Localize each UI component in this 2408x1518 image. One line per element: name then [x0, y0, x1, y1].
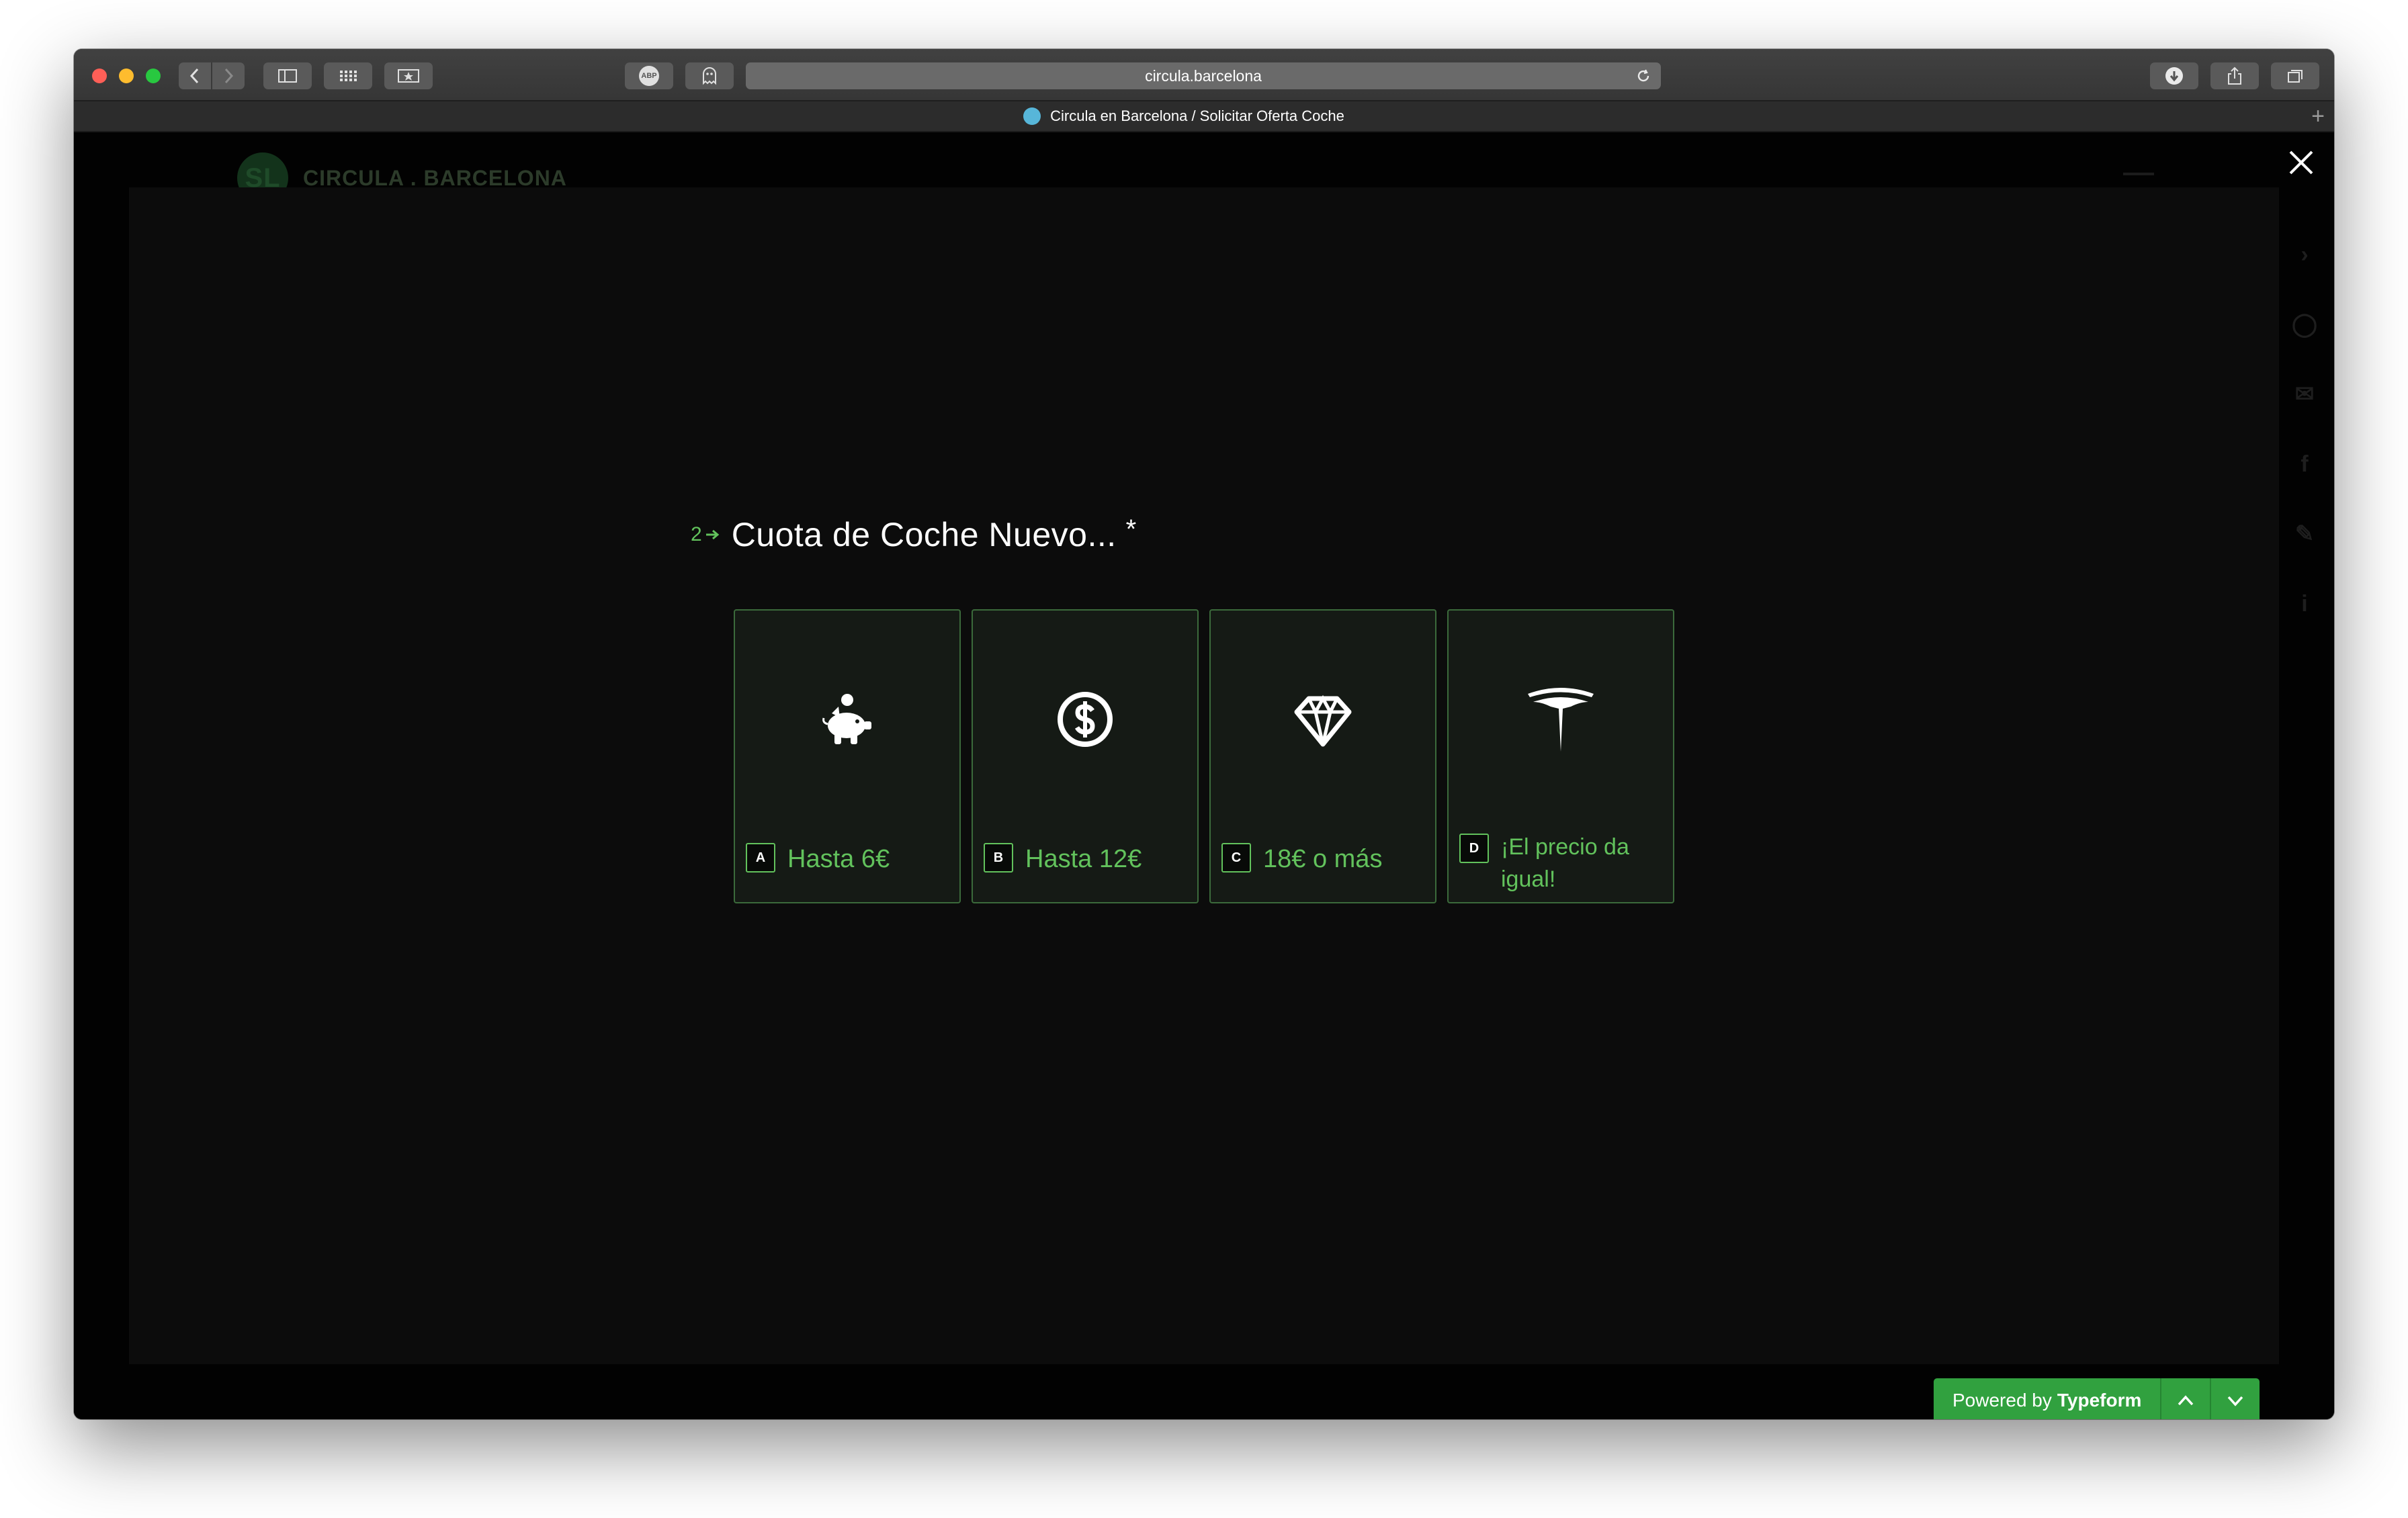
choice-key: C [1221, 843, 1251, 873]
choice-label: Hasta 6€ [787, 845, 890, 873]
new-tab-button[interactable]: + [2311, 105, 2325, 128]
powered-brand: Typeform [2057, 1390, 2142, 1411]
typeform-modal: 2 Cuota de Coche Nuevo... * A Hasta 6€ B… [129, 187, 2279, 1364]
diamond-icon [1211, 684, 1435, 754]
powered-prefix: Powered by [1952, 1390, 2052, 1411]
site-share-rail: › ◯ ✉ f ✎ i [2284, 220, 2325, 639]
browser-toolbar: ABP circula.barcelona [74, 49, 2334, 100]
piggy-bank-icon [735, 684, 959, 754]
choice-a-footer: A Hasta 6€ [746, 843, 951, 875]
choice-key: B [984, 843, 1013, 873]
choice-label: 18€ o más [1263, 845, 1383, 873]
question-text: Cuota de Coche Nuevo... [731, 516, 1117, 553]
site-logo-text: CIRCULA . BARCELONA [303, 165, 567, 190]
choice-a[interactable]: A Hasta 6€ [734, 609, 961, 903]
chevron-right-icon: › [2300, 241, 2309, 267]
tab-bar: Circula en Barcelona / Solicitar Oferta … [74, 100, 2334, 132]
chevron-down-icon [2228, 1396, 2243, 1407]
forward-button[interactable] [211, 62, 245, 89]
question-number-text: 2 [691, 523, 702, 545]
tesla-logo-icon [1449, 684, 1673, 754]
choice-d[interactable]: D ¡El precio da igual! [1447, 609, 1674, 903]
share-icon [2228, 66, 2241, 85]
ghostery-button[interactable] [685, 62, 734, 89]
top-sites-button[interactable] [324, 62, 372, 89]
downloads-button[interactable] [2150, 62, 2198, 89]
powered-by-typeform-link[interactable]: Powered by Typeform [1934, 1378, 2161, 1419]
site-favicon-icon [1023, 107, 1041, 125]
close-modal-button[interactable] [2284, 146, 2318, 179]
choice-key: A [746, 843, 775, 873]
share-button[interactable] [2210, 62, 2259, 89]
arrow-right-icon [705, 529, 719, 540]
reload-icon[interactable] [1635, 68, 1651, 84]
active-tab[interactable]: Circula en Barcelona / Solicitar Oferta … [74, 101, 2294, 131]
site-menu-icon [2123, 173, 2154, 175]
facebook-icon: f [2300, 451, 2309, 477]
reader-button[interactable] [384, 62, 433, 89]
sidebar-icon [278, 69, 297, 83]
choice-key: D [1459, 834, 1489, 863]
whatsapp-icon: ◯ [2291, 312, 2318, 337]
grid-icon [340, 71, 357, 81]
download-icon [2165, 67, 2183, 85]
info-icon: i [2301, 590, 2308, 617]
adblock-button[interactable]: ABP [625, 62, 673, 89]
choice-label: ¡El precio da igual! [1501, 834, 1629, 892]
history-nav [179, 62, 245, 89]
choice-list: A Hasta 6€ B Hasta 12€ C 18€ o más D ¡El… [734, 609, 1685, 903]
choice-b[interactable]: B Hasta 12€ [972, 609, 1199, 903]
adblock-icon: ABP [639, 66, 659, 86]
question-heading: 2 Cuota de Coche Nuevo... * [691, 515, 1136, 554]
mail-icon: ✉ [2294, 382, 2315, 407]
dollar-coin-icon [973, 684, 1197, 754]
choice-c[interactable]: C 18€ o más [1209, 609, 1436, 903]
ghost-icon [703, 67, 716, 85]
address-bar[interactable]: circula.barcelona [746, 62, 1661, 89]
chevron-up-icon [2178, 1395, 2194, 1406]
chevron-right-icon [224, 68, 234, 84]
next-question-button[interactable] [2210, 1378, 2260, 1419]
choice-c-footer: C 18€ o más [1221, 843, 1427, 875]
choice-label: Hasta 12€ [1025, 845, 1142, 873]
zoom-window-button[interactable] [146, 69, 161, 83]
tabs-icon [2288, 70, 2303, 83]
required-mark: * [1125, 514, 1137, 544]
browser-window: ABP circula.barcelona Circula en Barcelo… [74, 49, 2334, 1419]
chevron-left-icon [189, 68, 199, 84]
minimize-window-button[interactable] [119, 69, 134, 83]
star-bookmark-icon [398, 69, 419, 83]
sidebar-button[interactable] [263, 62, 312, 89]
tab-title: Circula en Barcelona / Solicitar Oferta … [1050, 107, 1344, 124]
choice-b-footer: B Hasta 12€ [984, 843, 1189, 875]
pencil-icon: ✎ [2294, 521, 2315, 547]
back-button[interactable] [179, 62, 211, 89]
question-number: 2 [691, 523, 721, 546]
close-window-button[interactable] [92, 69, 107, 83]
typeform-footer: Powered by Typeform [1934, 1378, 2260, 1419]
tab-overview-button[interactable] [2271, 62, 2319, 89]
url-text: circula.barcelona [1145, 66, 1262, 85]
previous-question-button[interactable] [2160, 1378, 2210, 1419]
close-icon [2289, 150, 2313, 175]
choice-d-footer: D ¡El precio da igual! [1459, 831, 1665, 895]
page-viewport: SL CIRCULA . BARCELONA › ◯ ✉ f ✎ i 2 Cuo… [74, 132, 2334, 1419]
